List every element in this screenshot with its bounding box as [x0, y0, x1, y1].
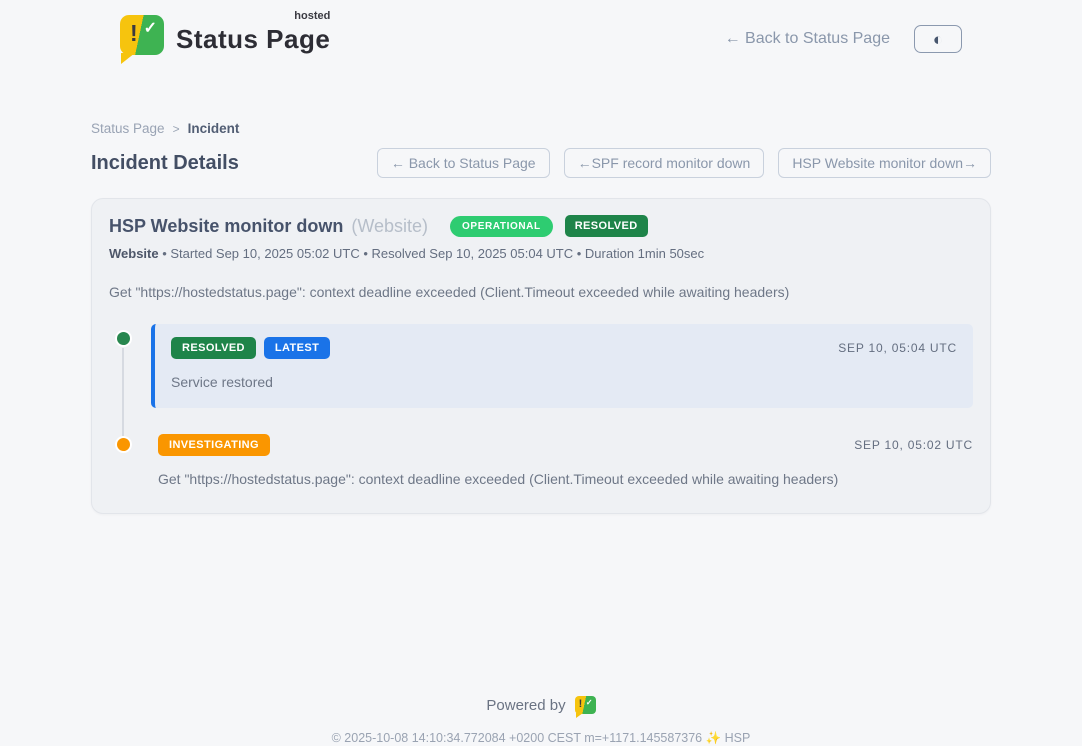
status-page-logo-icon: ! ✓ [120, 15, 164, 55]
timeline-entry-head: RESOLVED LATEST SEP 10, 05:04 UTC [171, 337, 957, 359]
investigating-badge: INVESTIGATING [158, 434, 270, 456]
incident-meta-details: • Started Sep 10, 2025 05:02 UTC • Resol… [159, 246, 705, 261]
timeline-dot-orange [115, 436, 132, 453]
brand-name: Status Page [176, 24, 330, 54]
timeline-entry-resolved: RESOLVED LATEST SEP 10, 05:04 UTC Servic… [109, 324, 973, 408]
copyright-line: © 2025-10-08 14:10:34.772084 +0200 CEST … [0, 731, 1082, 746]
incident-meta-component: Website [109, 246, 159, 261]
header: ! ✓ Status Page hosted ← Back to Status … [0, 0, 1082, 55]
next-incident-button[interactable]: HSP Website monitor down→ [778, 148, 991, 178]
incident-meta: Website • Started Sep 10, 2025 05:02 UTC… [109, 246, 973, 261]
incident-component: (Website) [351, 216, 428, 237]
timeline-entry-head: INVESTIGATING SEP 10, 05:02 UTC [158, 434, 973, 456]
footer: Powered by ! ✓ © 2025-10-08 14:10:34.772… [0, 696, 1082, 746]
breadcrumb: Status Page > Incident [91, 121, 991, 136]
timeline-rail [109, 432, 151, 487]
half-circle-contrast-icon: ◐ [933, 31, 943, 48]
header-back-link[interactable]: ← Back to Status Page [725, 30, 890, 48]
timeline-dot-green [115, 330, 132, 347]
theme-toggle-button[interactable]: ◐ [914, 25, 962, 53]
timeline-timestamp: SEP 10, 05:04 UTC [838, 341, 957, 355]
timeline-entry-box-latest: RESOLVED LATEST SEP 10, 05:04 UTC Servic… [151, 324, 973, 408]
breadcrumb-incident: Incident [188, 121, 240, 136]
incident-card-header: HSP Website monitor down (Website) OPERA… [109, 215, 973, 237]
timeline-message: Get "https://hostedstatus.page": context… [158, 471, 973, 487]
checkmark-glyph: ✓ [144, 18, 157, 38]
timeline-message: Service restored [171, 374, 957, 390]
main-content: Status Page > Incident Incident Details … [91, 121, 991, 514]
latest-badge: LATEST [264, 337, 330, 359]
incident-title: HSP Website monitor down [109, 216, 343, 237]
timeline-entry-investigating: INVESTIGATING SEP 10, 05:02 UTC Get "htt… [109, 432, 973, 487]
incident-card: HSP Website monitor down (Website) OPERA… [91, 198, 991, 514]
brand-logo[interactable]: ! ✓ Status Page hosted [120, 15, 330, 55]
back-to-status-page-button[interactable]: ← Back to Status Page [377, 148, 550, 178]
powered-by-label: Powered by [486, 697, 565, 714]
timeline-timestamp: SEP 10, 05:02 UTC [854, 438, 973, 452]
powered-by: Powered by ! ✓ [0, 696, 1082, 714]
exclamation-glyph: ! [130, 20, 138, 47]
exclamation-glyph: ! [579, 698, 583, 710]
resolved-status-badge: RESOLVED [565, 215, 648, 237]
breadcrumb-status-page[interactable]: Status Page [91, 121, 165, 136]
incident-description: Get "https://hostedstatus.page": context… [109, 284, 973, 300]
resolved-badge: RESOLVED [171, 337, 256, 359]
brand-superscript: hosted [294, 10, 330, 22]
timeline-connector-line [122, 348, 124, 436]
timeline-rail [109, 324, 151, 408]
operational-status-badge: OPERATIONAL [450, 216, 553, 237]
status-page-logo-icon-small[interactable]: ! ✓ [575, 696, 596, 714]
timeline-entry-box: INVESTIGATING SEP 10, 05:02 UTC Get "htt… [151, 432, 973, 487]
prev-incident-button[interactable]: ←SPF record monitor down [564, 148, 765, 178]
breadcrumb-separator: > [173, 122, 180, 136]
incident-nav-buttons: ← Back to Status Page ←SPF record monito… [377, 148, 991, 178]
checkmark-glyph: ✓ [586, 698, 593, 707]
page-title: Incident Details [91, 152, 239, 175]
incident-timeline: RESOLVED LATEST SEP 10, 05:04 UTC Servic… [109, 324, 973, 487]
title-row: Incident Details ← Back to Status Page ←… [91, 148, 991, 178]
brand-text: Status Page hosted [176, 16, 330, 55]
header-actions: ← Back to Status Page ◐ [725, 25, 962, 53]
